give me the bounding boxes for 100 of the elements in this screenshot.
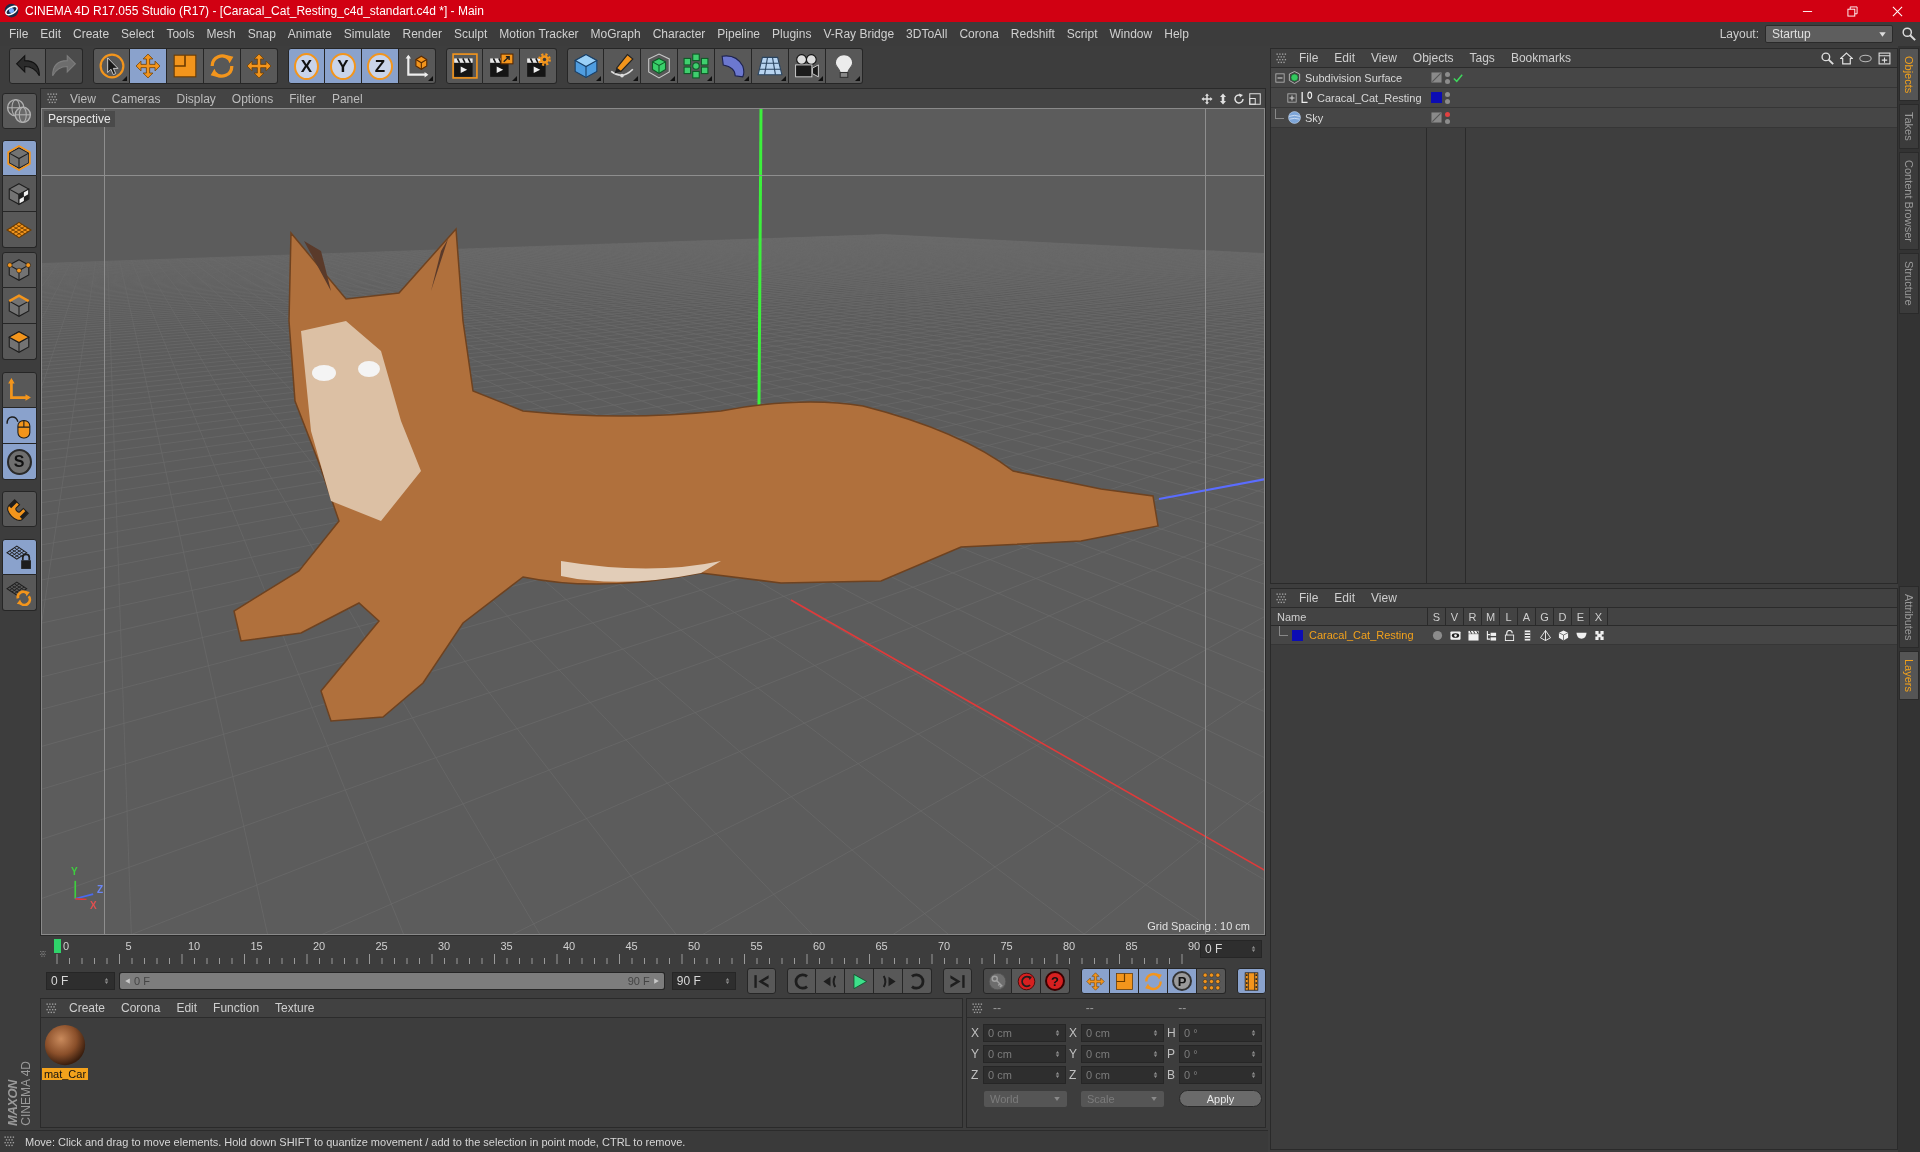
material-item[interactable]: mat_Car (42, 1024, 88, 1080)
menu-item[interactable]: File (3, 25, 35, 43)
panel-grip-icon[interactable] (47, 93, 58, 104)
side-tab[interactable]: Layers (1899, 650, 1919, 700)
scale-tool-button[interactable] (167, 48, 204, 84)
coordinate-system-button[interactable] (399, 48, 436, 84)
subdivision-surface-button[interactable] (641, 48, 678, 84)
hierarchy-icon[interactable] (1485, 629, 1497, 641)
texture-mode-button[interactable] (1, 176, 37, 212)
menu-item[interactable]: Snap (241, 25, 282, 43)
points-mode-button[interactable] (1, 252, 37, 288)
object-row[interactable]: Sky (1271, 108, 1897, 128)
current-frame-field[interactable]: 0 F (1200, 940, 1262, 958)
menu-item[interactable]: Bookmarks (1502, 51, 1579, 65)
menu-item[interactable]: Select (115, 25, 161, 43)
menu-item[interactable]: View (1363, 591, 1405, 605)
cloner-button[interactable] (678, 48, 715, 84)
panel-grip-icon[interactable] (40, 948, 46, 960)
eye-icon[interactable] (1449, 629, 1461, 641)
new-window-icon[interactable] (1878, 51, 1891, 65)
panel-grip-icon[interactable] (4, 1136, 15, 1147)
zoom-view-icon[interactable] (1217, 92, 1229, 105)
render-view-button[interactable] (446, 48, 483, 84)
menu-item[interactable]: Create (67, 25, 116, 43)
padlock-icon[interactable] (1503, 629, 1515, 641)
panel-grip-icon[interactable] (1276, 592, 1287, 604)
menu-item[interactable]: Panel (323, 91, 371, 106)
panel-grip-icon[interactable] (1276, 52, 1287, 64)
menu-item[interactable]: Window (1103, 25, 1159, 43)
menu-item[interactable]: Edit (168, 1001, 206, 1015)
search-icon[interactable] (1821, 51, 1834, 65)
clapperboard-icon[interactable] (1467, 629, 1479, 641)
move-tool-button[interactable] (130, 48, 167, 84)
column-header[interactable]: L (1500, 608, 1518, 625)
home-icon[interactable] (1840, 51, 1853, 65)
x-block-icon[interactable] (1593, 629, 1605, 641)
layer-color-swatch-icon[interactable] (1292, 629, 1303, 641)
pan-view-icon[interactable] (1201, 92, 1213, 105)
polygons-mode-button[interactable] (1, 324, 37, 360)
rotate-tool-button[interactable] (204, 48, 241, 84)
column-header[interactable]: M (1482, 608, 1500, 625)
menu-item[interactable]: Motion Tracker (493, 25, 585, 43)
expand-icon[interactable] (1287, 92, 1297, 103)
snap-button[interactable]: S (1, 444, 37, 480)
menu-item[interactable]: Animate (281, 25, 338, 43)
lock-workplane-button[interactable] (1, 539, 37, 575)
menu-item[interactable]: View (1363, 51, 1405, 65)
menu-item[interactable]: Filter (281, 91, 324, 106)
planar-workplane-button[interactable] (1, 575, 37, 611)
magnet-button[interactable] (1, 491, 37, 527)
menu-item[interactable]: Display (168, 91, 224, 106)
maximize-view-icon[interactable] (1249, 92, 1261, 105)
parameter-track-button[interactable]: P (1168, 968, 1197, 994)
column-header[interactable]: R (1464, 608, 1482, 625)
layer-color-swatch-icon[interactable] (1431, 92, 1442, 103)
viewport-canvas[interactable]: Perspective Grid Spacing : 10 cm Y Z X (41, 108, 1265, 935)
render-settings-button[interactable] (520, 48, 557, 84)
end-frame-field[interactable]: 90 F (671, 972, 736, 990)
edges-mode-button[interactable] (1, 288, 37, 324)
menu-item[interactable]: Edit (34, 25, 68, 43)
tweak-mode-button[interactable] (1, 408, 37, 444)
column-header[interactable]: D (1554, 608, 1572, 625)
floor-button[interactable] (752, 48, 789, 84)
playhead-marker[interactable] (54, 939, 61, 953)
editor-visibility-dot-icon[interactable] (1445, 111, 1450, 117)
menu-item[interactable]: Edit (1326, 591, 1364, 605)
menu-item[interactable]: File (1291, 51, 1327, 65)
menu-item[interactable]: Corona (113, 1001, 169, 1015)
menu-item[interactable]: Texture (267, 1001, 323, 1015)
bend-deformer-button[interactable] (715, 48, 752, 84)
render-visibility-dot-icon[interactable] (1445, 78, 1450, 84)
column-header[interactable]: V (1446, 608, 1464, 625)
go-to-start-button[interactable] (747, 968, 776, 994)
make-editable-button[interactable] (1, 93, 37, 129)
column-header[interactable]: S (1428, 608, 1446, 625)
menu-item[interactable]: V-Ray Bridge (817, 25, 901, 43)
render-visibility-dot-icon[interactable] (1445, 118, 1450, 124)
point-level-button[interactable] (1197, 968, 1226, 994)
play-button[interactable] (845, 968, 874, 994)
menu-item[interactable]: Render (396, 25, 448, 43)
cube-icon[interactable] (1557, 629, 1569, 641)
menu-item[interactable]: View (62, 91, 104, 106)
pen-button[interactable] (604, 48, 641, 84)
side-tab[interactable]: Objects (1899, 48, 1919, 102)
keyframe-selection-button[interactable]: ? (1041, 968, 1070, 994)
column-header[interactable]: E (1572, 608, 1590, 625)
editor-visibility-dot-icon[interactable] (1445, 71, 1450, 77)
side-tab[interactable]: Takes (1899, 104, 1919, 150)
menu-item[interactable]: Tags (1461, 51, 1503, 65)
menu-item[interactable]: Sculpt (447, 25, 494, 43)
column-header[interactable]: X (1590, 608, 1608, 625)
collapse-icon[interactable] (1275, 72, 1285, 83)
axis-lock-button[interactable]: Z (362, 48, 399, 84)
axis-lock-button[interactable]: X (288, 48, 325, 84)
side-tab[interactable]: Structure (1899, 253, 1919, 314)
orbit-view-icon[interactable] (1233, 92, 1245, 105)
menu-item[interactable]: Character (646, 25, 712, 43)
layout-dropdown[interactable]: Startup (1765, 25, 1893, 43)
menu-item[interactable]: Mesh (200, 25, 242, 43)
object-row[interactable]: Subdivision Surface (1271, 68, 1897, 88)
